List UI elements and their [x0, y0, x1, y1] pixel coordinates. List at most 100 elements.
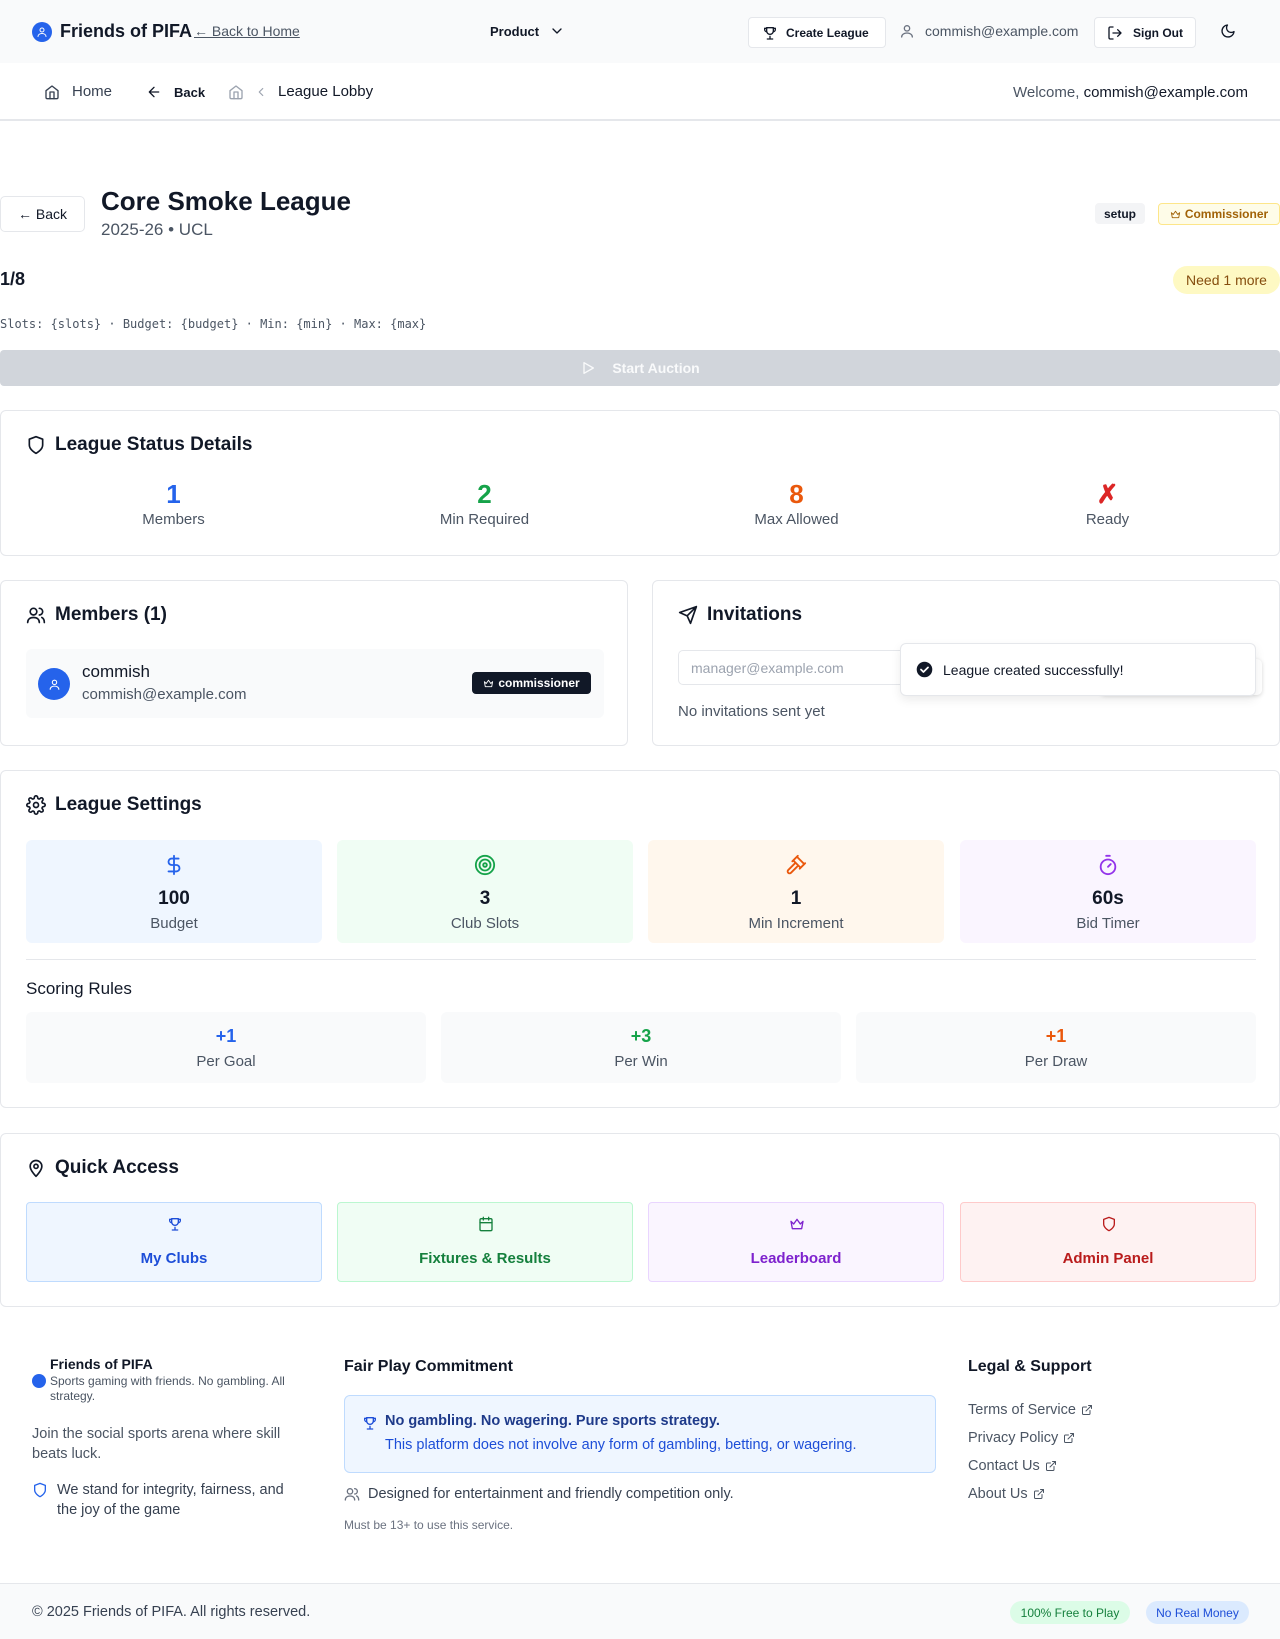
quick-access-my-clubs[interactable]: My Clubs: [26, 1202, 322, 1282]
setting-label: Min Increment: [748, 915, 844, 932]
start-auction-button[interactable]: Start Auction: [0, 350, 1280, 386]
arrow-left-icon: [148, 86, 160, 98]
home-crumb-icon[interactable]: [228, 84, 244, 100]
stat-ready: ✗ Ready: [952, 479, 1263, 528]
fair-play-title: Fair Play Commitment: [344, 1358, 513, 1375]
product-label: Product: [490, 23, 540, 39]
setting-bid-timer: 60s Bid Timer: [960, 840, 1256, 943]
log-out-icon: [1108, 25, 1122, 40]
map-pin-icon: [29, 1159, 43, 1178]
quick-access-leaderboard[interactable]: Leaderboard: [648, 1202, 944, 1282]
footer-link-label: Contact Us: [968, 1458, 1040, 1474]
create-league-button[interactable]: Create League: [748, 17, 886, 48]
calendar-icon: [479, 1216, 493, 1232]
quick-access-label: Leaderboard: [750, 1250, 842, 1267]
quick-access-label: My Clubs: [140, 1250, 208, 1267]
sub-nav: Home Back League Lobby Welcome, commish@…: [0, 63, 1280, 121]
scoring-title: Scoring Rules: [26, 979, 132, 998]
back-button[interactable]: ← Back: [0, 196, 85, 232]
status-title: League Status Details: [55, 434, 253, 455]
back-label: Back: [174, 84, 206, 100]
no-real-money-badge: No Real Money: [1146, 1601, 1249, 1624]
chevron-left-icon: [258, 87, 264, 96]
footer-integrity-text: We stand for integrity, fairness, and th…: [57, 1482, 284, 1518]
setting-value: 1: [790, 888, 802, 909]
footer-brand-name: Friends of PIFA: [50, 1356, 153, 1372]
brand[interactable]: Friends of PIFA: [32, 21, 192, 42]
dollar-icon: [167, 854, 181, 876]
users-logo-icon: [32, 21, 52, 42]
stat-min-required: 2 Min Required: [329, 479, 640, 528]
back-to-home-link[interactable]: ← Back to Home: [194, 23, 300, 39]
page-title: Core Smoke League: [101, 186, 351, 216]
league-subtitle: 2025-26 • UCL: [101, 220, 213, 239]
check-circle-icon: [916, 661, 933, 678]
welcome-prefix: Welcome,: [1012, 84, 1084, 101]
users-logo-icon: [32, 1374, 46, 1388]
league-summary-line: Slots: {slots} · Budget: {budget} · Min:…: [0, 317, 427, 331]
member-name: commish: [82, 662, 151, 681]
quick-access-admin-panel[interactable]: Admin Panel: [960, 1202, 1256, 1282]
scoring-value: +1: [1045, 1026, 1067, 1046]
footer-integrity: We stand for integrity, fairness, and th…: [32, 1480, 302, 1520]
need-more-badge: Need 1 more: [1173, 266, 1280, 294]
home-link[interactable]: Home: [44, 83, 112, 100]
user-email: commish@example.com: [925, 23, 1079, 39]
divider: [26, 959, 1256, 960]
home-icon: [45, 84, 59, 99]
stat-max-allowed: 8 Max Allowed: [641, 479, 952, 528]
users-icon: [26, 607, 46, 624]
external-link-icon: [1064, 1433, 1075, 1443]
crown-icon: [484, 679, 494, 687]
footer-link-privacy-policy[interactable]: Privacy Policy: [968, 1424, 1093, 1452]
members-title: Members (1): [55, 604, 167, 625]
quick-access-fixtures-results[interactable]: Fixtures & Results: [337, 1202, 633, 1282]
send-icon: [678, 605, 698, 625]
users-icon: [344, 1488, 360, 1501]
sign-out-button[interactable]: Sign Out: [1094, 17, 1196, 48]
shield-icon: [34, 1482, 46, 1498]
trophy-icon: [169, 1218, 181, 1231]
back-link[interactable]: Back: [146, 84, 205, 100]
footer-link-contact-us[interactable]: Contact Us: [968, 1452, 1093, 1480]
setting-label: Club Slots: [450, 915, 520, 932]
setting-club-slots: 3 Club Slots: [337, 840, 633, 943]
moon-icon: [1221, 24, 1235, 38]
quick-access-label: Fixtures & Results: [419, 1250, 551, 1267]
members-card-title: Members (1): [26, 604, 167, 626]
user-icon: [49, 679, 59, 690]
settings-card: League Settings 100 Budget 3 Club Slots 1 Min…: [0, 770, 1280, 1108]
product-menu[interactable]: Product: [490, 23, 565, 39]
list-item[interactable]: commish commish@example.com commissioner: [26, 649, 604, 718]
sign-out-label: Sign Out: [1133, 25, 1183, 40]
setting-label: Budget: [150, 915, 198, 932]
scoring-label: Per Draw: [1024, 1053, 1088, 1070]
status-badge: setup: [1095, 203, 1146, 224]
quick-access-label: Admin Panel: [1062, 1250, 1154, 1267]
breadcrumb: League Lobby: [228, 83, 373, 100]
create-league-label: Create League: [786, 25, 869, 40]
stat-label: Members: [142, 511, 205, 528]
scoring-per-draw: +1 Per Draw: [856, 1012, 1256, 1083]
welcome-text: Welcome, commish@example.com: [1013, 84, 1248, 101]
copyright: © 2025 Friends of PIFA. All rights reser…: [32, 1604, 311, 1620]
fair-play-box: No gambling. No wagering. Pure sports st…: [344, 1395, 936, 1473]
setting-value: 60s: [1092, 888, 1124, 909]
crown-icon: [1170, 210, 1180, 218]
user-icon: [901, 25, 913, 38]
target-icon: [474, 854, 496, 876]
footer-tagline: Sports gaming with friends. No gambling.…: [50, 1374, 285, 1403]
legal-title: Legal & Support: [968, 1358, 1092, 1375]
quick-access-title: Quick Access: [55, 1157, 179, 1178]
setting-value: 100: [158, 888, 190, 909]
fair-play-text: This platform does not involve any form …: [385, 1437, 857, 1453]
top-nav: Friends of PIFA ← Back to Home Product C…: [0, 0, 1280, 63]
setting-label: Bid Timer: [1076, 915, 1140, 932]
footer-link-terms-of-service[interactable]: Terms of Service: [968, 1396, 1093, 1424]
invitations-card-title: Invitations: [678, 604, 802, 626]
footer-link-about-us[interactable]: About Us: [968, 1480, 1093, 1508]
theme-toggle[interactable]: [1220, 23, 1236, 39]
status-card: League Status Details 1 Members 2 Min Requi…: [0, 410, 1280, 556]
user-menu[interactable]: commish@example.com: [899, 23, 1078, 39]
fair-play-heading: No gambling. No wagering. Pure sports st…: [385, 1413, 720, 1429]
